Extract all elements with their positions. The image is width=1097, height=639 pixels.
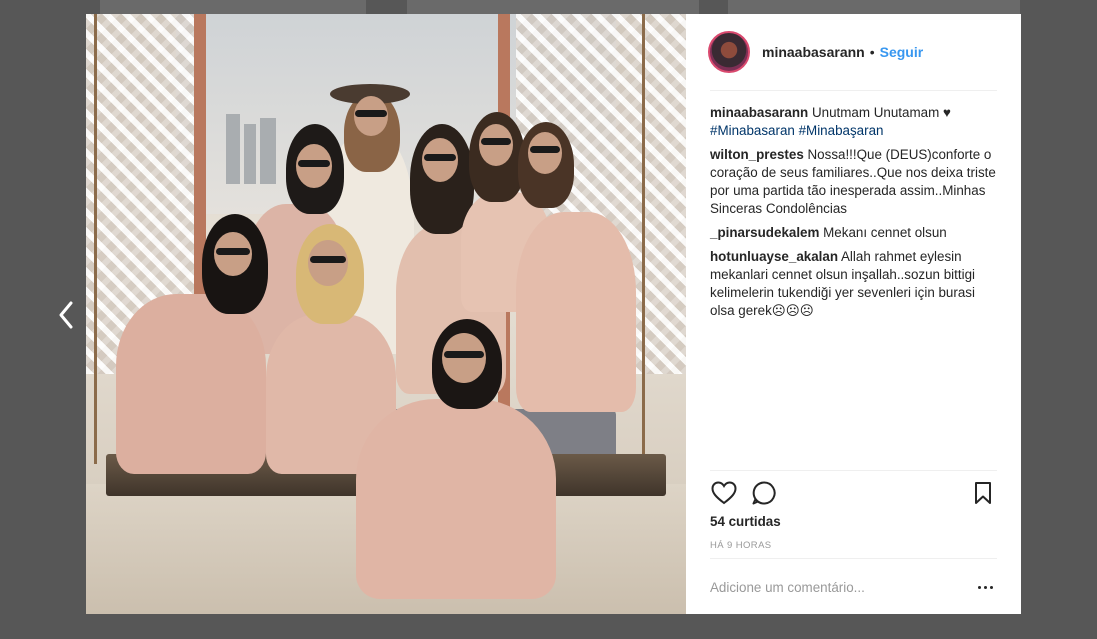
more-options-icon	[989, 585, 993, 589]
comment-button[interactable]	[750, 479, 778, 507]
comment-item: wilton_prestes Nossa!!!Que (DEUS)confort…	[710, 146, 997, 218]
comment-item: hotunluayse_akalan Allah rahmet eylesin …	[710, 248, 997, 320]
hashtag-link[interactable]: #Minabasaran	[710, 123, 795, 138]
comment-list: minaabasarann Unutmam Unutamam ♥ #Minaba…	[710, 104, 997, 326]
hashtag-link[interactable]: #Minabaşaran	[799, 123, 884, 138]
post-header: minaabasarann • Seguir	[708, 14, 997, 91]
post-modal: minaabasarann • Seguir minaabasarann Unu…	[86, 14, 1021, 614]
comment-username[interactable]: wilton_prestes	[710, 147, 804, 162]
header-separator: •	[869, 44, 875, 60]
comment-text: Mekanı cennet olsun	[823, 225, 947, 240]
heart-icon	[711, 481, 737, 505]
more-options-button[interactable]	[973, 577, 997, 597]
comment-item: minaabasarann Unutmam Unutamam ♥ #Minaba…	[710, 104, 997, 140]
action-bar	[710, 470, 997, 515]
post-sidebar: minaabasarann • Seguir minaabasarann Unu…	[686, 14, 1021, 614]
comment-input[interactable]	[710, 579, 973, 595]
avatar[interactable]	[708, 31, 750, 73]
background-thumbnail	[100, 0, 366, 14]
header-username[interactable]: minaabasarann	[762, 44, 865, 60]
comment-username[interactable]: _pinarsudekalem	[710, 225, 819, 240]
photo-person	[356, 319, 556, 599]
photo-building	[226, 114, 240, 184]
chevron-left-icon	[59, 301, 73, 329]
post-timestamp: HÁ 9 HORAS	[710, 540, 772, 551]
comment-icon	[752, 481, 776, 505]
bookmark-icon	[975, 482, 991, 504]
comment-username[interactable]: hotunluayse_akalan	[710, 249, 838, 264]
comment-username[interactable]: minaabasarann	[710, 105, 808, 120]
background-thumbnail	[728, 0, 1020, 14]
more-options-icon	[983, 585, 987, 589]
previous-post-button[interactable]	[52, 298, 80, 332]
save-button[interactable]	[969, 479, 997, 507]
post-photo[interactable]	[86, 14, 686, 614]
more-options-icon	[977, 585, 981, 589]
like-button[interactable]	[710, 479, 738, 507]
comment-item: _pinarsudekalem Mekanı cennet olsun	[710, 224, 997, 242]
background-thumbnail	[407, 0, 699, 14]
likes-count[interactable]: 54 curtidas	[710, 514, 781, 529]
follow-button[interactable]: Seguir	[880, 44, 924, 60]
photo-rope	[642, 14, 645, 474]
photo-person	[116, 214, 268, 474]
photo-rope	[94, 14, 97, 464]
add-comment-section	[710, 558, 997, 615]
comment-text: Unutmam Unutamam ♥	[811, 105, 951, 120]
